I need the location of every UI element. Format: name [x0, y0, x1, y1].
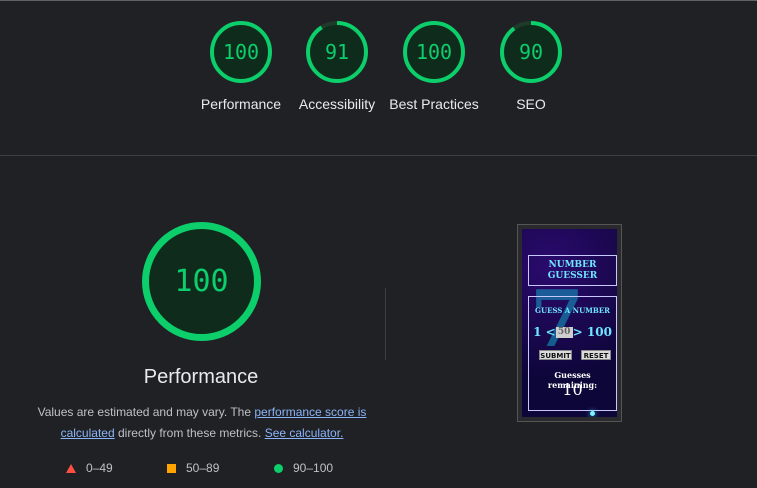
gauge-score: 91 [324, 40, 350, 64]
legend-average: 50–89 [167, 460, 219, 476]
metrics-note: Values are estimated and may vary. The p… [32, 402, 372, 444]
performance-title: Performance [143, 366, 259, 388]
gauge-seo[interactable]: 90 SEO [481, 20, 581, 114]
triangle-icon [66, 464, 76, 474]
game-panel: GUESS A NUMBER 1 <50 > 100 SUBMIT RESET G… [528, 296, 617, 411]
square-icon [167, 464, 176, 474]
range-low: 1 < [533, 325, 556, 339]
circle-icon [274, 464, 283, 474]
performance-gauge-large: 100 [141, 221, 262, 342]
gauge-best-practices[interactable]: 100 Best Practices [384, 20, 484, 114]
screenshot-screen: 7 NUMBER GUESSER GUESS A NUMBER 1 <50 > 1… [522, 229, 617, 417]
legend-range: 50–89 [186, 461, 220, 475]
performance-score: 100 [174, 264, 229, 299]
gauge-label: Accessibility [298, 96, 376, 112]
submit-button: SUBMIT [539, 350, 572, 360]
reset-button: RESET [581, 350, 611, 360]
gauge-label: Performance [200, 96, 282, 112]
legend-range: 90–100 [293, 461, 334, 475]
legend-pass: 90–100 [274, 460, 333, 476]
remaining-count: 10 [562, 380, 583, 399]
gauge-score: 90 [518, 40, 544, 64]
app-title: NUMBER GUESSER [528, 255, 617, 286]
gauge-score: 100 [222, 40, 260, 64]
gauge-label: SEO [516, 96, 546, 112]
glow-dot [590, 411, 595, 416]
gauge-ring: 90 [499, 20, 563, 84]
legend-range: 0–49 [86, 461, 113, 475]
gauge-accessibility[interactable]: 91 Accessibility [287, 20, 387, 114]
gauge-performance[interactable]: 100 Performance [191, 20, 291, 114]
legend-fail: 0–49 [66, 460, 113, 476]
top-border [0, 0, 757, 1]
see-calculator-link[interactable]: See calculator. [265, 426, 344, 440]
note-text: Values are estimated and may vary. The [37, 405, 255, 419]
guess-heading: GUESS A NUMBER [534, 306, 610, 315]
gauge-score: 100 [415, 40, 453, 64]
section-divider [0, 155, 757, 156]
gauge-ring: 91 [305, 20, 369, 84]
note-text: directly from these metrics. [114, 426, 265, 440]
final-screenshot[interactable]: 7 NUMBER GUESSER GUESS A NUMBER 1 <50 > 1… [517, 224, 622, 422]
gauge-label: Best Practices [389, 96, 479, 112]
vertical-divider [385, 288, 386, 360]
range-row: 1 <50 > 100 [529, 325, 616, 339]
range-high: > 100 [572, 325, 612, 339]
gauge-ring: 100 [209, 20, 273, 84]
guess-input: 50 [555, 327, 573, 338]
gauge-ring: 100 [402, 20, 466, 84]
